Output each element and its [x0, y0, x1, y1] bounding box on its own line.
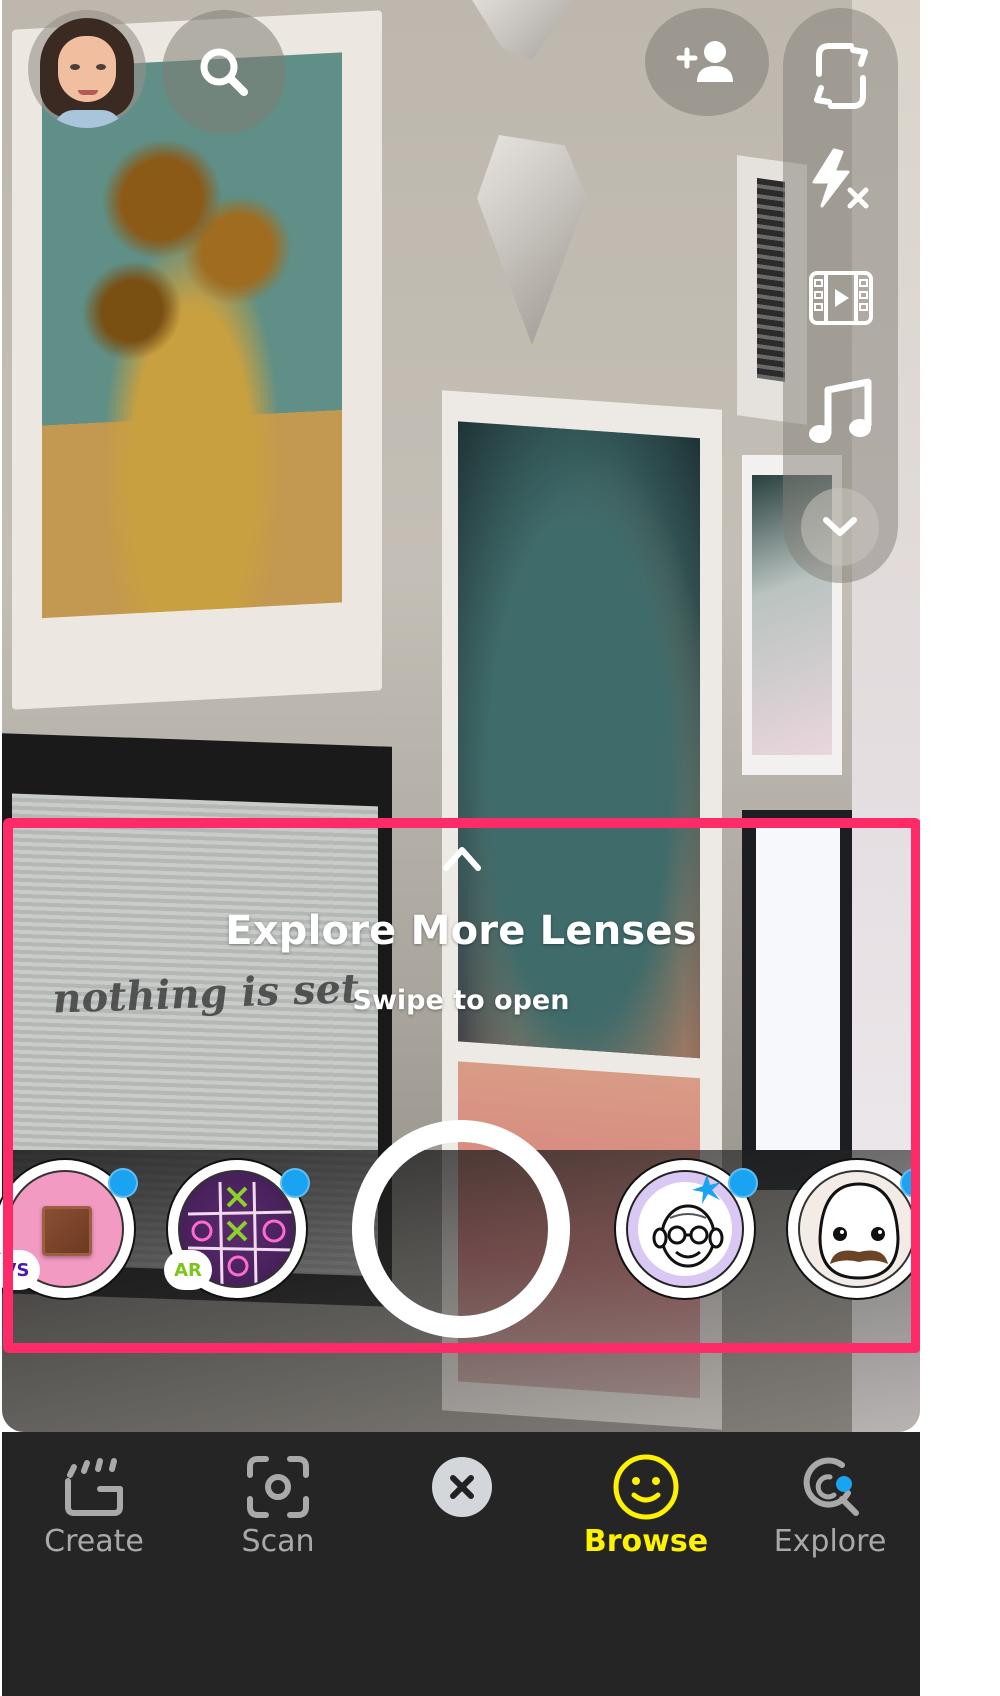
nav-scan[interactable]: Scan	[198, 1432, 358, 1696]
flash-toggle-button[interactable]	[783, 148, 898, 214]
music-note-icon	[808, 378, 871, 443]
add-friend-icon	[676, 41, 733, 82]
sparkle-icon	[692, 1174, 721, 1204]
background-crystal-planter	[477, 135, 587, 345]
bottom-nav: Create Scan Browse Explore	[2, 1432, 920, 1696]
capture-button[interactable]	[352, 1120, 570, 1338]
film-play-icon	[808, 271, 873, 325]
nav-scan-label: Scan	[241, 1524, 315, 1559]
lens-tic-tac-toe[interactable]: AR	[164, 1158, 310, 1300]
nav-explore-label: Explore	[773, 1524, 887, 1559]
close-lenses-button[interactable]	[382, 1432, 542, 1696]
scan-icon	[247, 1456, 309, 1518]
notification-dot	[836, 1476, 852, 1492]
flip-camera-icon	[813, 43, 868, 109]
nav-explore[interactable]: Explore	[750, 1432, 910, 1696]
new-lens-dot	[728, 1168, 758, 1198]
nav-browse-label: Browse	[583, 1524, 709, 1559]
flash-off-icon	[812, 148, 868, 209]
screenshot-margin	[920, 0, 1000, 1696]
chevron-down-icon	[823, 517, 857, 536]
new-lens-dot	[108, 1168, 138, 1198]
explore-lenses-title: Explore More Lenses	[225, 908, 697, 954]
lens-chocolate-vs[interactable]: VS	[0, 1158, 138, 1300]
video-mode-button[interactable]	[783, 270, 898, 326]
lens-badge-vs: VS	[0, 1250, 40, 1290]
mustache-egg-icon	[818, 1182, 900, 1280]
close-icon	[432, 1457, 492, 1517]
explore-icon	[803, 1457, 859, 1516]
nav-browse[interactable]: Browse	[566, 1432, 726, 1696]
nav-create-label: Create	[44, 1524, 144, 1559]
more-tools-button[interactable]	[801, 488, 879, 566]
chocolate-icon	[42, 1206, 92, 1256]
clapperboard-icon	[65, 1458, 123, 1516]
new-lens-dot	[280, 1168, 310, 1198]
lens-mustache-egg[interactable]	[786, 1158, 930, 1300]
music-button[interactable]	[783, 376, 898, 446]
lens-old-man-face[interactable]	[614, 1158, 758, 1300]
background-wall-decor	[472, 0, 572, 60]
nav-create[interactable]: Create	[14, 1432, 174, 1696]
lens-badge-ar: AR	[164, 1250, 212, 1290]
profile-avatar[interactable]	[28, 10, 146, 128]
search-button[interactable]	[162, 10, 286, 134]
add-friend-button[interactable]	[645, 8, 769, 116]
old-man-face-icon	[652, 1204, 724, 1268]
flip-camera-button[interactable]	[783, 38, 898, 114]
camera-tools-rail	[783, 8, 898, 583]
swipe-hint: Swipe to open	[352, 985, 570, 1016]
search-icon	[200, 48, 248, 96]
chevron-up-icon[interactable]	[440, 840, 484, 874]
smiley-icon	[613, 1454, 679, 1520]
